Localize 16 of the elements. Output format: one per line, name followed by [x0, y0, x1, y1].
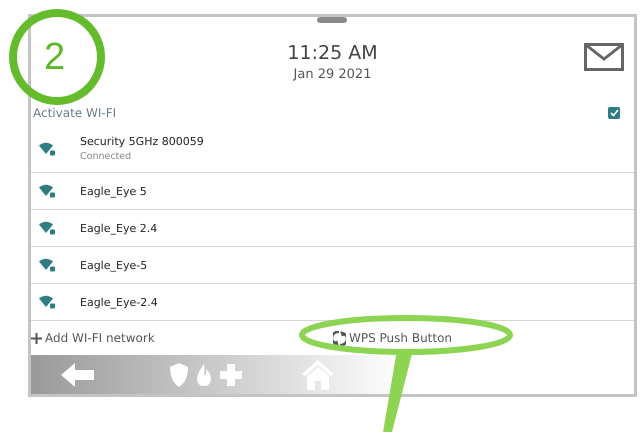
clock-time: 11:25 AM [287, 42, 378, 64]
network-status: Connected [80, 151, 132, 162]
network-name: Eagle_Eye-5 [80, 258, 148, 272]
network-row[interactable]: Eagle_Eye-2.4 [31, 284, 634, 321]
step-number: 2 [44, 36, 66, 79]
activate-wifi-label: Activate WI-FI [33, 106, 116, 120]
network-name: Eagle_Eye 5 [80, 184, 147, 198]
network-name: Eagle_Eye-2.4 [80, 296, 158, 308]
network-row[interactable]: Eagle_Eye-5 [31, 247, 634, 284]
network-name: Eagle_Eye 2.4 [80, 222, 158, 234]
network-row[interactable]: Eagle_Eye 2.4 [31, 210, 634, 247]
add-network-link[interactable]: Add WI-FI network [31, 331, 333, 345]
network-row[interactable]: Eagle_Eye 5 [31, 173, 634, 210]
clock-date: Jan 29 2021 [294, 67, 372, 82]
network-row[interactable]: Security 5GHz 800059 Connected [31, 125, 634, 173]
network-name: Security 5GHz 800059 [80, 135, 204, 148]
